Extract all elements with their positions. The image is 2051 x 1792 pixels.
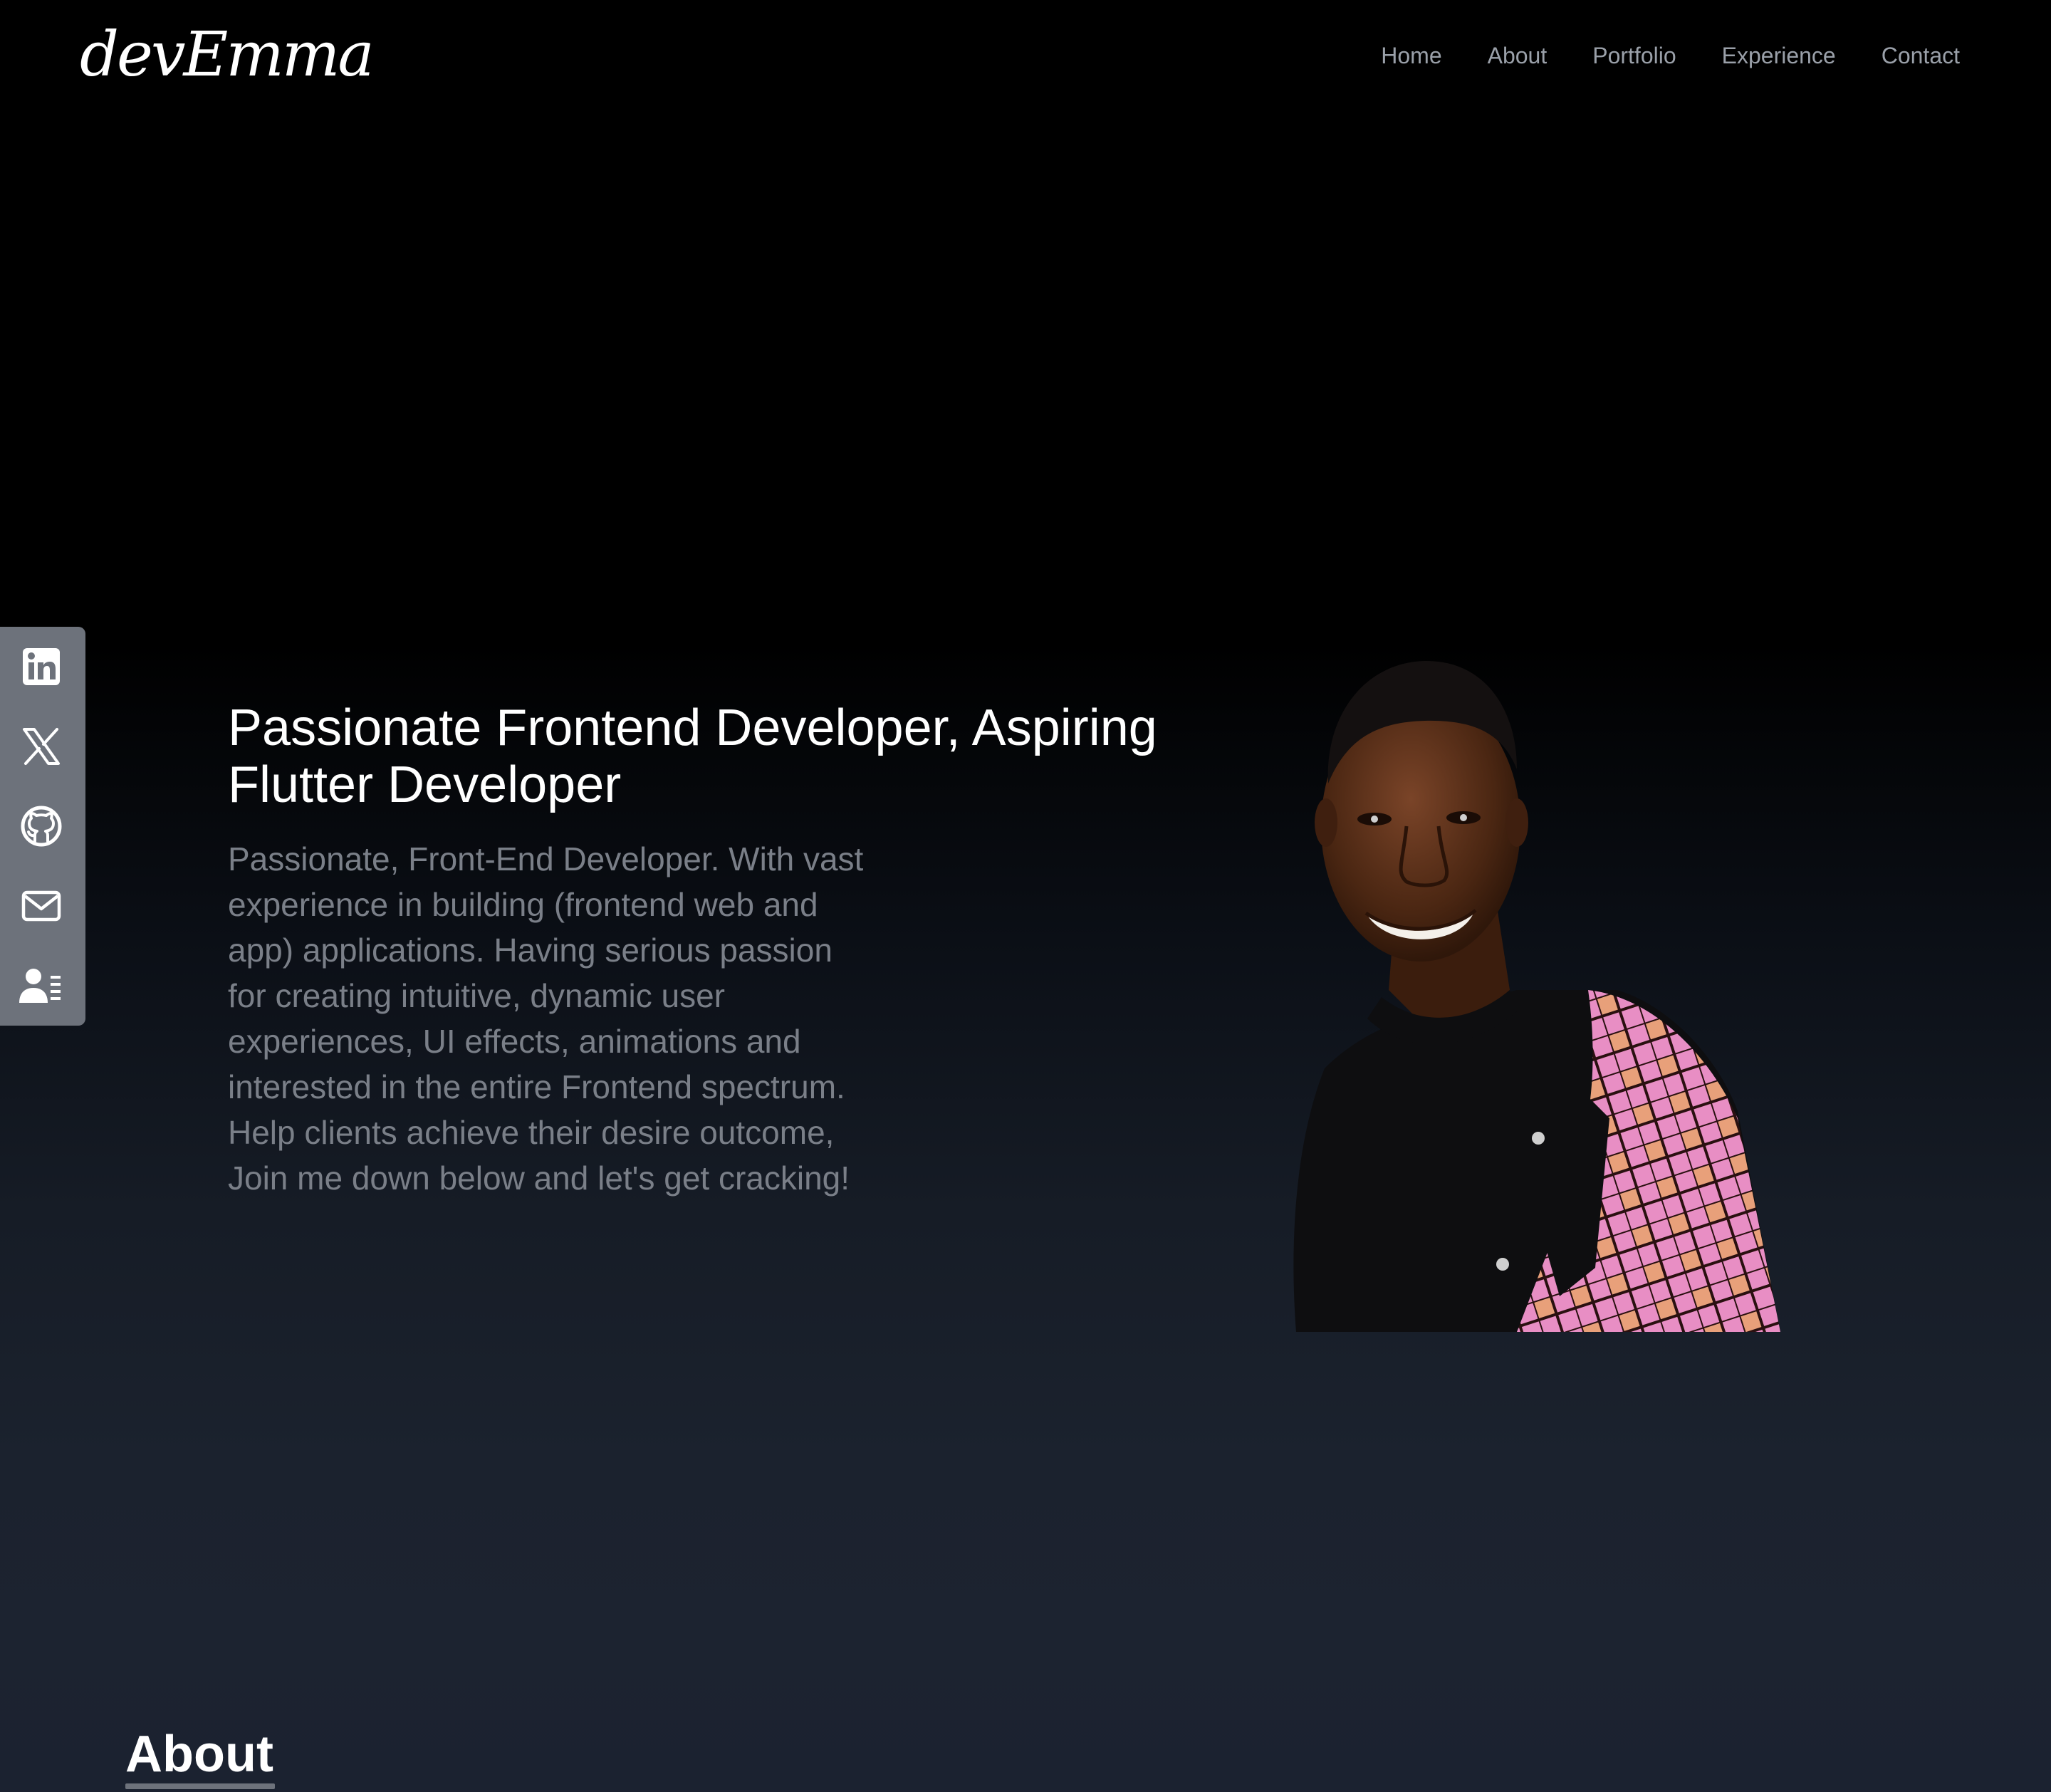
site-logo[interactable]: devEmma: [80, 9, 375, 101]
linkedin-icon[interactable]: [19, 644, 64, 689]
nav-link-contact[interactable]: Contact: [1882, 37, 1960, 74]
nav-link-home[interactable]: Home: [1381, 37, 1441, 74]
navbar: devEmma Home About Portfolio Experience …: [0, 0, 2051, 114]
hero-title: Passionate Frontend Developer, Aspiring …: [228, 699, 1157, 813]
social-sidebar: [0, 627, 85, 1026]
nav-link-portfolio[interactable]: Portfolio: [1592, 37, 1676, 74]
about-heading: About: [125, 1726, 273, 1783]
github-icon[interactable]: [19, 803, 64, 849]
nav-link-about[interactable]: About: [1488, 37, 1548, 74]
hero-description: Passionate, Front-End Developer. With va…: [228, 840, 864, 1197]
about-heading-underline: [125, 1783, 275, 1789]
mail-icon[interactable]: [19, 883, 64, 929]
main-nav: Home About Portfolio Experience Contact: [1381, 37, 1960, 74]
contact-card-icon[interactable]: [19, 963, 64, 1009]
profile-photo: [1282, 655, 1809, 1332]
nav-link-experience[interactable]: Experience: [1722, 37, 1836, 74]
x-twitter-icon[interactable]: [19, 724, 64, 769]
